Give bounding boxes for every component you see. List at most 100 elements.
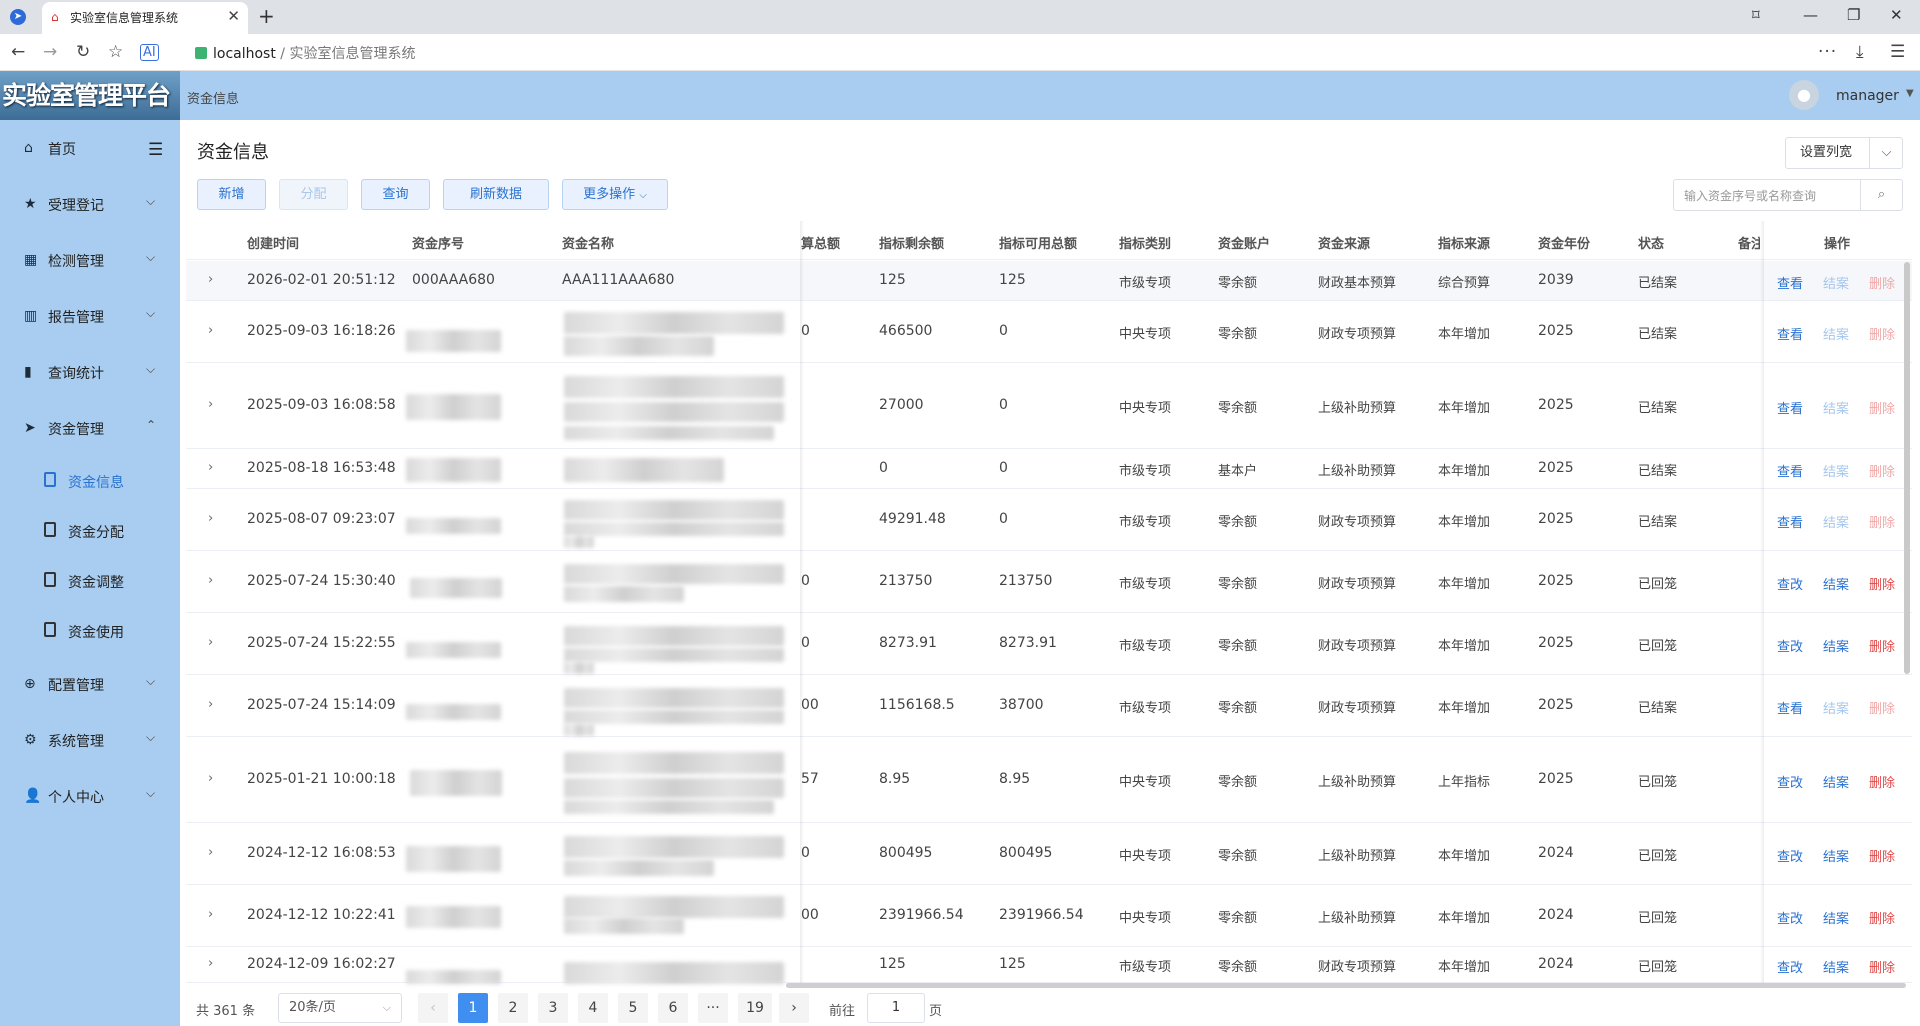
view-edit-link[interactable]: 查看 [1777,698,1803,717]
expand-row-icon[interactable]: › [208,771,213,786]
delete-link[interactable]: 删除 [1869,772,1895,791]
view-edit-link[interactable]: 查改 [1777,846,1803,865]
delete-link[interactable]: 删除 [1869,461,1895,480]
close-case-link[interactable]: 结案 [1823,698,1849,717]
page-button[interactable]: 5 [618,993,648,1023]
delete-link[interactable]: 删除 [1869,324,1895,343]
page-size-select[interactable]: 20条/页 ⌵ [278,993,402,1023]
search-icon[interactable]: ⌕ [1860,180,1902,210]
menu-icon[interactable]: ☰ [1890,42,1905,62]
browser-tab[interactable]: ⌂ 实验室信息管理系统 ✕ [42,2,248,34]
close-case-link[interactable]: 结案 [1823,461,1849,480]
close-case-link[interactable]: 结案 [1823,324,1849,343]
sidebar-item-report[interactable]: ▥ 报告管理 ⌵ [0,296,180,336]
ai-extension-icon[interactable]: AI [140,44,159,61]
delete-link[interactable]: 删除 [1869,698,1895,717]
th-remaining[interactable]: 指标剩余额 [879,233,944,252]
chevron-down-icon[interactable]: ⌵ [1869,138,1903,168]
view-edit-link[interactable]: 查看 [1777,398,1803,417]
more-actions-button[interactable]: 更多操作 ⌵ [562,179,668,210]
table-row[interactable]: › 2026-02-01 20:51:12 000AAA680 AAA111AAA68… [186,261,1912,301]
view-edit-link[interactable]: 查改 [1777,957,1803,976]
sidebar-item-testing[interactable]: ▦ 检测管理 ⌵ [0,240,180,280]
sidebar-item-acceptance[interactable]: ★ 受理登记 ⌵ [0,184,180,224]
close-case-link[interactable]: 结案 [1823,636,1849,655]
next-page-button[interactable]: › [779,993,809,1023]
delete-link[interactable]: 删除 [1869,957,1895,976]
column-settings-button[interactable]: 设置列宽 ⌵ [1785,137,1903,169]
delete-link[interactable]: 删除 [1869,636,1895,655]
reload-icon[interactable]: ↻ [76,42,90,62]
expand-row-icon[interactable]: › [208,697,213,712]
sidebar-item-config[interactable]: ⊕ 配置管理 ⌵ [0,664,180,704]
th-account[interactable]: 资金账户 [1218,233,1270,252]
allocate-button[interactable]: 分配 [279,179,348,210]
pin-icon[interactable]: ⌑ [1752,6,1760,24]
delete-link[interactable]: 删除 [1869,574,1895,593]
sidebar-item-system[interactable]: ⚙ 系统管理 ⌵ [0,720,180,760]
view-edit-link[interactable]: 查看 [1777,461,1803,480]
delete-link[interactable]: 删除 [1869,273,1895,292]
forward-icon[interactable]: → [43,42,57,62]
close-case-link[interactable]: 结案 [1823,512,1849,531]
delete-link[interactable]: 删除 [1869,398,1895,417]
goto-page-input[interactable]: 1 [867,993,925,1023]
page-button[interactable]: 3 [538,993,568,1023]
expand-row-icon[interactable]: › [208,397,213,412]
url-field[interactable]: localhost / 实验室信息管理系统 [195,43,415,63]
expand-row-icon[interactable]: › [208,511,213,526]
more-pages-button[interactable]: ··· [698,993,728,1023]
th-status[interactable]: 状态 [1638,233,1664,252]
download-icon[interactable]: ⤓ [1856,42,1864,62]
vertical-scrollbar[interactable] [1904,262,1910,674]
refresh-button[interactable]: 刷新数据 [443,179,549,210]
expand-row-icon[interactable]: › [208,635,213,650]
close-window-icon[interactable]: ✕ [1890,6,1903,24]
view-edit-link[interactable]: 查改 [1777,636,1803,655]
close-case-link[interactable]: 结案 [1823,846,1849,865]
view-edit-link[interactable]: 查改 [1777,772,1803,791]
sidebar-item-funds[interactable]: ➤ 资金管理 ⌃ [0,408,180,448]
new-tab-icon[interactable]: + [258,4,275,28]
caret-down-icon[interactable]: ▼ [1906,88,1914,99]
close-tab-icon[interactable]: ✕ [227,7,240,25]
close-case-link[interactable]: 结案 [1823,908,1849,927]
th-year[interactable]: 资金年份 [1538,233,1590,252]
delete-link[interactable]: 删除 [1869,512,1895,531]
sidebar-item-home[interactable]: ⌂ 首页 [0,128,180,168]
close-case-link[interactable]: 结案 [1823,957,1849,976]
search-input[interactable]: 输入资金序号或名称查询 ⌕ [1673,179,1903,211]
sidebar-sub-fund-adjustment[interactable]: 资金调整 [0,561,180,601]
th-source[interactable]: 资金来源 [1318,233,1370,252]
view-edit-link[interactable]: 查看 [1777,273,1803,292]
sidebar-item-statistics[interactable]: ▮ 查询统计 ⌵ [0,352,180,392]
sidebar-sub-fund-usage[interactable]: 资金使用 [0,611,180,651]
view-edit-link[interactable]: 查看 [1777,512,1803,531]
close-case-link[interactable]: 结案 [1823,398,1849,417]
sidebar-sub-fund-info[interactable]: 资金信息 [0,461,180,501]
expand-row-icon[interactable]: › [208,460,213,475]
sidebar-sub-fund-allocation[interactable]: 资金分配 [0,511,180,551]
expand-row-icon[interactable]: › [208,956,213,971]
th-note[interactable]: 备注 [1738,233,1760,252]
view-edit-link[interactable]: 查看 [1777,324,1803,343]
sidebar-item-personal[interactable]: 👤 个人中心 ⌵ [0,776,180,816]
expand-row-icon[interactable]: › [208,573,213,588]
query-button[interactable]: 查询 [361,179,430,210]
page-button[interactable]: 2 [498,993,528,1023]
delete-link[interactable]: 删除 [1869,908,1895,927]
add-button[interactable]: 新增 [197,179,266,210]
prev-page-button[interactable]: ‹ [418,993,448,1023]
more-dots-icon[interactable]: ··· [1818,42,1837,62]
th-created[interactable]: 创建时间 [247,233,299,252]
minimize-icon[interactable]: — [1803,6,1818,24]
expand-row-icon[interactable]: › [208,907,213,922]
browser-logo-icon[interactable]: ➤ [10,9,26,25]
page-button[interactable]: 19 [738,993,772,1023]
expand-row-icon[interactable]: › [208,323,213,338]
favorite-star-icon[interactable]: ☆ [108,42,123,62]
delete-link[interactable]: 删除 [1869,846,1895,865]
expand-row-icon[interactable]: › [208,845,213,860]
restore-icon[interactable]: ❐ [1847,6,1860,24]
avatar[interactable]: ● [1789,80,1819,110]
